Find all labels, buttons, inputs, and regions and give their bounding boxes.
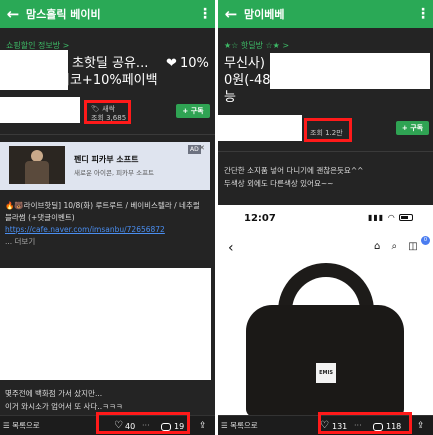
left-article-pane: ← 맘스홀릭 베이비 ⋮ 쇼핑할인 정보방 > 초핫딜 공유... ❤ 10% … xyxy=(0,0,215,435)
subscribe-button[interactable]: + 구독 xyxy=(176,104,210,118)
arrow-left-icon[interactable]: ← xyxy=(218,0,244,28)
ad-image[interactable] xyxy=(9,146,65,184)
back-to-list-button[interactable]: ☰ 목록으로 xyxy=(3,420,40,431)
product-bag-image xyxy=(246,305,404,415)
body-line: 몇주전에 백화점 가서 샀지만... xyxy=(5,389,103,398)
see-more-link[interactable]: ... 더보기 xyxy=(5,236,35,248)
cart-badge: 0 xyxy=(421,236,430,245)
title-redaction xyxy=(270,53,430,89)
body-line: 간단한 소지품 넣어 다니기에 괜찮은듯요^^ xyxy=(224,166,364,175)
back-to-list-button[interactable]: ☰ 목록으로 xyxy=(221,420,258,431)
body-line: 🔥🐻라이브핫딜] 10/8(화) 루트루트 / 베이비스텔라 / 네추럴 xyxy=(5,201,200,210)
cafe-name[interactable]: 맘이베베 xyxy=(244,6,413,22)
arrow-left-icon[interactable]: ← xyxy=(0,0,26,28)
signal-wifi-icon: ▮▮▮ ◠ xyxy=(368,213,396,222)
post-title-line-2: 0원(-48 xyxy=(224,73,271,88)
heart-emoji-icon: ❤ xyxy=(166,56,177,71)
post-title-line-2: 이코+10%페이백 xyxy=(58,73,158,88)
subscribe-button[interactable]: + 구독 xyxy=(396,121,429,135)
highlight-box xyxy=(304,118,352,142)
share-icon[interactable]: ⇪ xyxy=(199,420,207,432)
close-icon[interactable]: ✕ xyxy=(199,144,205,152)
right-top-bar: ← 맘이베베 ⋮ xyxy=(218,0,433,28)
divider xyxy=(0,134,215,135)
post-title-line-1: 초핫딜 공유... xyxy=(72,56,149,71)
ad-banner[interactable]: 펜디 피카부 소프트 새로운 아이콘, 피카부 소프트 AD ✕ xyxy=(0,142,210,190)
cafe-name[interactable]: 맘스홀릭 베이비 xyxy=(26,6,195,22)
highlight-box xyxy=(96,412,190,434)
shop-nav-icons[interactable]: ⌂ ⌕ ◫ xyxy=(374,241,422,252)
author-redaction xyxy=(218,115,302,141)
body-line: 두색상 외에도 다른색상 있어요~~ xyxy=(224,179,334,188)
body-line: 블라썸 (+댓글이벤트) xyxy=(5,213,75,222)
highlight-box xyxy=(318,412,412,434)
chevron-left-icon[interactable]: ‹ xyxy=(228,240,234,256)
embedded-phone-screenshot[interactable]: 12:07 ▮▮▮ ◠ ‹ ⌂ ⌕ ◫ 0 EMIS xyxy=(218,205,433,415)
post-link[interactable]: https://cafe.naver.com/imsanbu/72656872 xyxy=(5,224,165,236)
left-top-bar: ← 맘스홀릭 베이비 ⋮ xyxy=(0,0,215,28)
more-vertical-icon[interactable]: ⋮ xyxy=(195,0,215,28)
more-vertical-icon[interactable]: ⋮ xyxy=(413,0,433,28)
divider xyxy=(218,151,433,152)
board-category[interactable]: ★☆ 핫딜방 ☆★ > xyxy=(224,40,289,51)
post-title-line-3: 능 xyxy=(224,90,236,105)
ad-title[interactable]: 펜디 피카부 소프트 xyxy=(74,154,138,165)
post-title-tail: 10% xyxy=(180,56,209,71)
status-time: 12:07 xyxy=(244,213,276,224)
highlight-box xyxy=(84,100,131,124)
right-article-pane: ← 맘이베베 ⋮ ★☆ 핫딜방 ☆★ > 무신사) 0원(-48 능 조회 1.… xyxy=(218,0,433,435)
image-redaction xyxy=(0,268,211,380)
status-icons: ▮▮▮ ◠ xyxy=(368,213,414,222)
post-title-line-1: 무신사) xyxy=(224,56,265,71)
ad-subtitle[interactable]: 새로운 아이콘, 피카부 소프트 xyxy=(74,167,154,177)
battery-icon xyxy=(399,214,414,221)
author-redaction xyxy=(0,97,80,123)
bag-brand-label: EMIS xyxy=(316,363,336,383)
share-icon[interactable]: ⇪ xyxy=(417,420,425,432)
